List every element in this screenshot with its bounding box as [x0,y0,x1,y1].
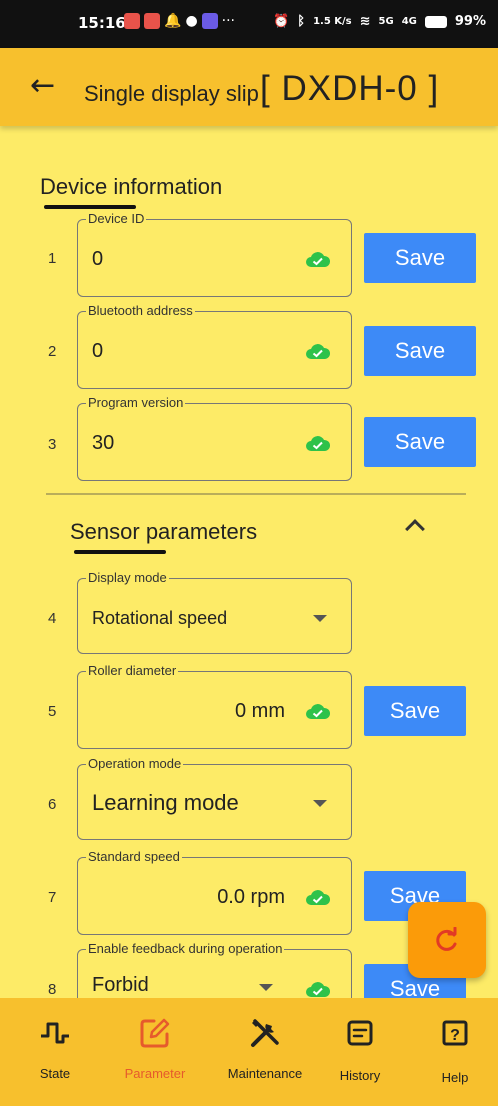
edit-icon [140,1018,170,1048]
enable-feedback-field[interactable]: Enable feedback during operation Forbid [77,941,352,998]
field-value: 30 [92,432,115,454]
row-number: 6 [48,796,57,813]
row-number: 8 [48,981,57,998]
status-right: ⏰ ᛒ 1.5 K/s ≋ 5G 4G 99% [273,14,486,29]
operation-mode-select[interactable]: Operation mode Learning mode [77,756,352,840]
save-program-version-button[interactable]: Save [364,417,476,467]
bell-icon: 🔔 [164,13,182,29]
save-roller-diameter-button[interactable]: Save [364,686,466,736]
field-value: 0 [92,340,104,362]
nav-label: History [339,1068,381,1083]
field-value: 0 mm [235,700,285,722]
field-value: 0.0 rpm [217,886,285,908]
nav-label: Parameter [124,1066,186,1081]
signal-icon: 5G [378,16,394,27]
media-icon [201,13,218,29]
field-label: Display mode [86,570,169,586]
nav-label: State [39,1066,71,1081]
cloud-check-icon [306,344,331,359]
device-info-title-text: Device information [40,174,223,199]
cloud-check-icon [306,982,331,997]
row-number: 4 [48,610,57,627]
field-label: Roller diameter [86,663,179,679]
field-label: Bluetooth address [86,303,195,319]
field-value: Learning mode [92,790,239,815]
section-underline [44,205,136,209]
section-underline [74,550,166,554]
field-label: Standard speed [86,849,182,865]
status-time: 15:16 [78,14,126,32]
field-label: Enable feedback during operation [86,941,285,957]
row-number: 3 [48,436,57,453]
device-model: [ DXDH-0 ] [260,69,440,108]
nav-label: Maintenance [227,1066,303,1081]
bottom-navigation: State Parameter Maintenance History ? He… [0,998,498,1106]
net-speed: 1.5 K/s [313,16,352,27]
cloud-check-icon [306,252,331,267]
notification-icons: 🔔 ● ··· [124,13,235,29]
status-bar: 15:16 🔔 ● ··· ⏰ ᛒ 1.5 K/s ≋ 5G 4G 99% [0,0,498,48]
field-label: Operation mode [86,756,184,772]
more-icon: ··· [221,13,236,29]
tools-icon [251,1019,279,1047]
battery-level: 99% [454,14,486,29]
refresh-button[interactable] [408,902,486,978]
section-divider [46,493,466,495]
wifi-icon: ≋ [359,14,371,29]
row-number: 2 [48,343,57,360]
row-number: 7 [48,889,57,906]
row-number: 1 [48,250,57,267]
pulse-icon [41,1022,69,1044]
app-bar: ← Single display slip [ DXDH-0 ] [0,48,498,126]
battery-icon [424,15,447,28]
cloud-check-icon [306,704,331,719]
device-id-field[interactable]: Device ID 0 [77,211,352,297]
save-bluetooth-address-button[interactable]: Save [364,326,476,376]
app-icon [144,13,160,29]
back-arrow-icon[interactable]: ← [30,68,55,103]
field-label: Device ID [86,211,147,227]
parameter-content[interactable]: Device information 1 Device ID 0 Save 2 … [0,126,498,998]
dropdown-caret-icon [313,615,327,622]
help-icon: ? [442,1020,468,1046]
field-value: 0 [92,248,104,270]
nav-maintenance[interactable]: Maintenance [215,998,315,1106]
roller-diameter-field[interactable]: Roller diameter 0 mm [77,663,352,749]
cloud-check-icon [306,890,331,905]
standard-speed-field[interactable]: Standard speed 0.0 rpm [77,849,352,935]
nav-help[interactable]: ? Help [405,998,498,1106]
refresh-icon [436,927,457,951]
chevron-up-icon[interactable] [405,519,425,539]
save-device-id-button[interactable]: Save [364,233,476,283]
bluetooth-icon: ᛒ [297,14,306,29]
signal2-icon: 4G [401,16,417,27]
field-value: Forbid [92,974,149,996]
row-number: 5 [48,703,57,720]
chat-icon: ● [185,13,198,29]
cloud-check-icon [306,436,331,451]
program-version-field[interactable]: Program version 30 [77,395,352,481]
bluetooth-address-field[interactable]: Bluetooth address 0 [77,303,352,389]
alarm-icon: ⏰ [273,14,290,29]
dropdown-caret-icon [313,800,327,807]
field-label: Program version [86,395,186,411]
mail-icon [124,13,140,29]
sensor-params-section-title: Sensor parameters [70,519,258,554]
nav-history[interactable]: History [310,998,410,1106]
field-value: Rotational speed [92,608,228,628]
sensor-params-title-text: Sensor parameters [70,519,258,544]
nav-label: Help [441,1070,469,1085]
history-icon [347,1020,373,1046]
dropdown-caret-icon [259,984,273,991]
nav-parameter[interactable]: Parameter [105,998,205,1106]
page-title: Single display slip [84,81,259,106]
nav-state[interactable]: State [5,998,105,1106]
svg-text:?: ? [450,1027,460,1044]
device-info-section-title: Device information [40,174,223,209]
display-mode-select[interactable]: Display mode Rotational speed [77,570,352,654]
